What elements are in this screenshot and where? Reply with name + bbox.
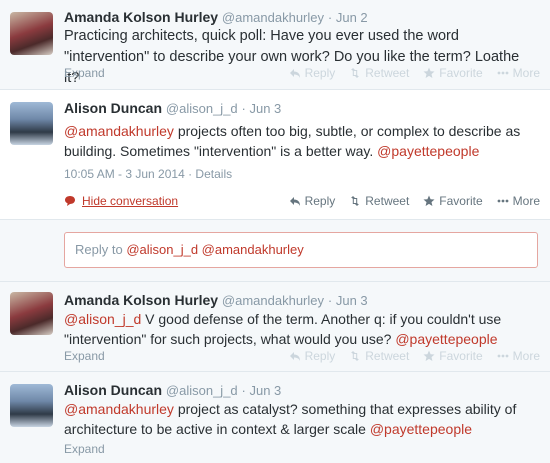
- reply-label: Reply: [304, 66, 336, 80]
- reply-label: Reply: [304, 194, 336, 208]
- more-dots-icon: [497, 71, 509, 75]
- author-handle[interactable]: @alison_j_d: [166, 101, 238, 116]
- reply-button[interactable]: Reply: [289, 194, 336, 208]
- author-handle[interactable]: @amandakhurley: [222, 10, 324, 25]
- author-handle[interactable]: @alison_j_d: [166, 383, 238, 398]
- reply-button[interactable]: Reply: [289, 349, 336, 363]
- tweet-header: Amanda Kolson Hurley @amandakhurley · Ju…: [64, 9, 368, 25]
- reply-prefix: Reply to: [75, 242, 127, 257]
- reply-mentions: @alison_j_d @amandakhurley: [126, 242, 304, 257]
- more-label: More: [512, 66, 540, 80]
- tweet-time[interactable]: · Jun 3: [242, 101, 282, 116]
- tweet-actions: Reply Retweet Favorite More: [289, 349, 540, 363]
- details-link[interactable]: · Details: [188, 167, 232, 181]
- hide-conversation-link[interactable]: Hide conversation: [64, 194, 178, 208]
- star-icon: [423, 67, 435, 78]
- retweet-label: Retweet: [365, 66, 410, 80]
- retweet-button[interactable]: Retweet: [349, 349, 409, 363]
- favorite-button[interactable]: Favorite: [423, 194, 483, 208]
- more-label: More: [512, 194, 540, 208]
- avatar[interactable]: [10, 384, 53, 427]
- reply-icon: [289, 197, 300, 206]
- mention-link[interactable]: @payettepeople: [377, 143, 479, 159]
- tweet-text: @amandakhurley project as catalyst? some…: [64, 399, 534, 439]
- timestamp[interactable]: 10:05 AM - 3 Jun 2014: [64, 167, 185, 181]
- tweet-text: @alison_j_d V good defense of the term. …: [64, 309, 534, 349]
- more-dots-icon: [497, 354, 509, 358]
- tweet-time[interactable]: · Jun 3: [242, 383, 282, 398]
- tweet-actions: Reply Retweet Favorite More: [289, 194, 540, 208]
- retweet-label: Retweet: [365, 194, 410, 208]
- tweet-meta: 10:05 AM - 3 Jun 2014 · Details: [64, 167, 232, 181]
- tweet-header: Alison Duncan @alison_j_d · Jun 3: [64, 382, 281, 398]
- retweet-button[interactable]: Retweet: [349, 194, 409, 208]
- tweet-time[interactable]: · Jun 2: [328, 10, 368, 25]
- tweet-time[interactable]: · Jun 3: [328, 293, 368, 308]
- avatar[interactable]: [10, 102, 53, 145]
- author-name[interactable]: Amanda Kolson Hurley: [64, 292, 218, 308]
- mention-link[interactable]: @payettepeople: [370, 421, 472, 437]
- tweet-2[interactable]: Alison Duncan @alison_j_d · Jun 3 @amand…: [0, 89, 550, 219]
- reply-icon: [289, 352, 300, 361]
- favorite-label: Favorite: [439, 66, 483, 80]
- favorite-button[interactable]: Favorite: [423, 66, 483, 80]
- reply-input[interactable]: Reply to @alison_j_d @amandakhurley: [64, 232, 538, 268]
- tweet-text: @amandakhurley projects often too big, s…: [64, 121, 534, 161]
- author-name[interactable]: Alison Duncan: [64, 100, 162, 116]
- tweet-header: Amanda Kolson Hurley @amandakhurley · Ju…: [64, 292, 368, 308]
- author-name[interactable]: Amanda Kolson Hurley: [64, 9, 218, 25]
- tweet-actions: Reply Retweet Favorite More: [289, 66, 540, 80]
- avatar[interactable]: [10, 292, 53, 335]
- favorite-label: Favorite: [439, 349, 483, 363]
- reply-label: Reply: [304, 349, 336, 363]
- avatar[interactable]: [10, 12, 53, 55]
- mention-link[interactable]: @alison_j_d: [64, 311, 141, 327]
- retweet-icon: [351, 196, 360, 206]
- retweet-label: Retweet: [365, 349, 410, 363]
- more-label: More: [512, 349, 540, 363]
- expand-link[interactable]: Expand: [64, 66, 105, 80]
- author-name[interactable]: Alison Duncan: [64, 382, 162, 398]
- author-handle[interactable]: @amandakhurley: [222, 293, 324, 308]
- more-button[interactable]: More: [497, 349, 540, 363]
- mention-link[interactable]: @amandakhurley: [64, 401, 174, 417]
- expand-link[interactable]: Expand: [64, 349, 105, 363]
- favorite-button[interactable]: Favorite: [423, 349, 483, 363]
- tweet-header: Alison Duncan @alison_j_d · Jun 3: [64, 100, 281, 116]
- mention-link[interactable]: @payettepeople: [395, 331, 497, 347]
- tweet-1[interactable]: Amanda Kolson Hurley @amandakhurley · Ju…: [0, 0, 550, 89]
- expand-link[interactable]: Expand: [64, 442, 105, 456]
- retweet-icon: [351, 351, 360, 361]
- retweet-icon: [351, 68, 360, 78]
- mention-link[interactable]: @amandakhurley: [64, 123, 174, 139]
- reply-section: Reply to @alison_j_d @amandakhurley: [0, 219, 550, 281]
- tweet-3[interactable]: Amanda Kolson Hurley @amandakhurley · Ju…: [0, 281, 550, 371]
- star-icon: [423, 195, 435, 206]
- reply-button[interactable]: Reply: [289, 66, 336, 80]
- favorite-label: Favorite: [439, 194, 483, 208]
- more-button[interactable]: More: [497, 194, 540, 208]
- tweet-4[interactable]: Alison Duncan @alison_j_d · Jun 3 @amand…: [0, 371, 550, 463]
- more-dots-icon: [497, 199, 509, 203]
- speech-bubble-icon: [65, 196, 75, 206]
- star-icon: [423, 350, 435, 361]
- retweet-button[interactable]: Retweet: [349, 66, 409, 80]
- hide-conversation-label: Hide conversation: [82, 194, 179, 208]
- more-button[interactable]: More: [497, 66, 540, 80]
- reply-icon: [289, 69, 300, 78]
